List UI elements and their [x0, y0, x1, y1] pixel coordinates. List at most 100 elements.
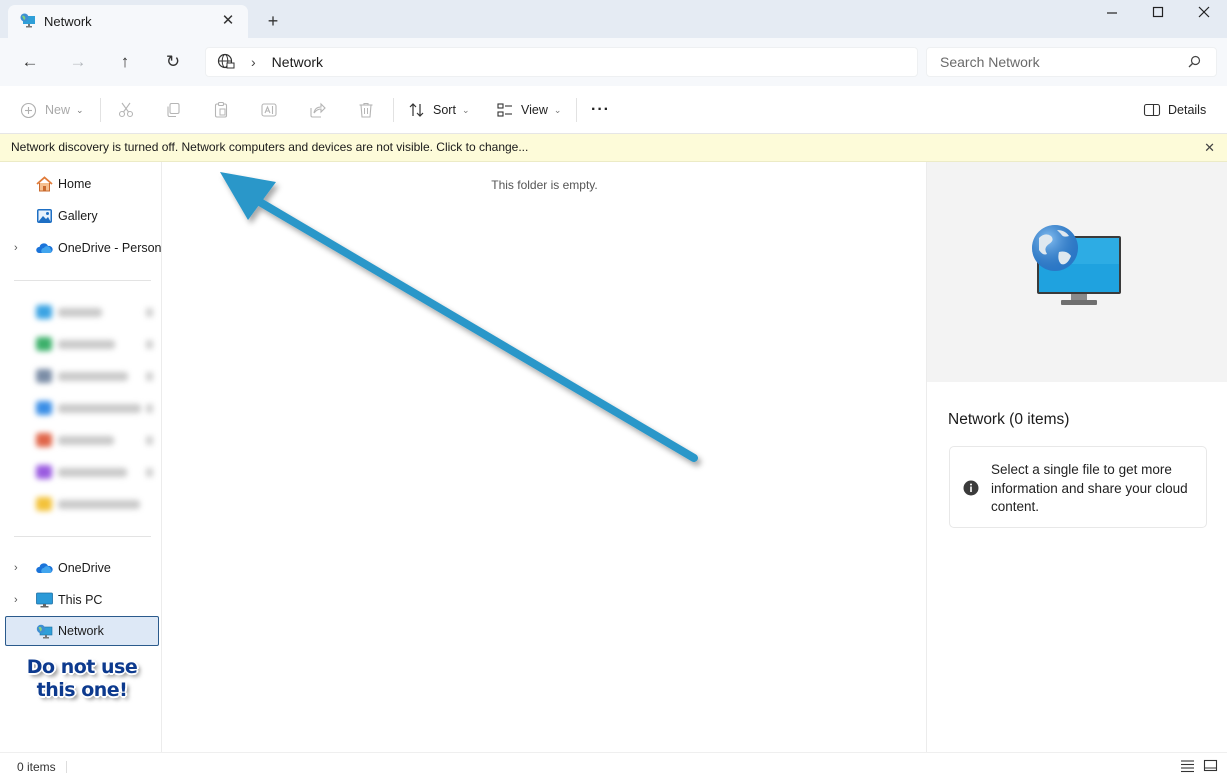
sort-button[interactable]: Sort ⌄ [408, 98, 469, 122]
view-button[interactable]: View ⌄ [496, 98, 561, 122]
sidebar-item-onedrive[interactable]: › OneDrive [0, 553, 161, 583]
sidebar-item-onedrive-personal[interactable]: › OneDrive - Persona [0, 233, 161, 263]
status-divider [66, 761, 67, 773]
new-label: New [45, 103, 71, 117]
refresh-button[interactable]: ↻ [158, 48, 188, 76]
quick-access-item-blurred[interactable] [36, 337, 156, 351]
this-pc-icon [36, 592, 53, 608]
details-pane-icon [1143, 103, 1161, 117]
quick-access-item-blurred[interactable] [36, 369, 156, 383]
search-input[interactable] [940, 48, 1180, 76]
view-icon [497, 103, 512, 117]
minimize-button[interactable] [1089, 0, 1135, 30]
delete-button[interactable] [357, 98, 375, 122]
breadcrumb-network[interactable]: Network [272, 54, 323, 70]
more-options-button[interactable]: ··· [591, 98, 610, 122]
tab-label: Network [44, 14, 92, 29]
share-button[interactable] [308, 98, 326, 122]
network-discovery-infobar[interactable]: Network discovery is turned off. Network… [0, 134, 1227, 162]
blurred-label [58, 340, 115, 349]
details-info-card: Select a single file to get more informa… [949, 446, 1207, 528]
warning-line: Do not use [26, 656, 138, 678]
forward-button[interactable]: → [63, 48, 93, 76]
quick-access-item-blurred[interactable] [36, 465, 156, 479]
close-window-button[interactable] [1181, 0, 1227, 30]
plus-circle-icon [20, 102, 37, 118]
network-icon [36, 624, 53, 640]
quick-access-item-blurred[interactable] [36, 305, 156, 319]
onedrive-cloud-icon [36, 560, 53, 576]
toolbar-divider [393, 98, 394, 122]
tab-network[interactable]: Network ✕ [8, 5, 248, 38]
pin-icon [146, 468, 153, 477]
sort-icon [409, 103, 424, 117]
details-label: Details [1168, 103, 1207, 117]
folder-icon [36, 497, 52, 511]
back-button[interactable]: ← [15, 48, 45, 76]
chevron-right-icon[interactable]: › [14, 594, 18, 606]
tiles-view-icon [1203, 759, 1218, 772]
infobar-message: Network discovery is turned off. Network… [11, 140, 529, 154]
up-button[interactable]: ↑ [110, 48, 140, 76]
blurred-label [58, 404, 141, 413]
home-icon [36, 176, 53, 192]
blurred-label [58, 308, 102, 317]
network-icon [20, 13, 36, 31]
rename-icon [261, 103, 277, 117]
chevron-right-icon[interactable]: › [14, 242, 18, 254]
preview-area [927, 162, 1227, 382]
pin-icon [146, 372, 153, 381]
trash-icon [359, 102, 373, 118]
tab-close-button[interactable]: ✕ [218, 11, 238, 31]
quick-access-item-blurred[interactable] [36, 497, 156, 511]
details-pane-button[interactable]: Details [1143, 98, 1206, 122]
folder-icon [36, 369, 52, 383]
minimize-icon [1107, 12, 1117, 14]
warning-line: this one! [36, 679, 128, 701]
chevron-down-icon: ⌄ [461, 104, 470, 115]
sidebar-divider [14, 280, 151, 281]
pin-icon [146, 340, 153, 349]
maximize-button[interactable] [1135, 0, 1181, 30]
blurred-label [58, 436, 114, 445]
rename-button[interactable] [260, 98, 278, 122]
sidebar-item-label: Network [58, 624, 104, 638]
paste-button[interactable] [212, 98, 230, 122]
list-view-icon [1181, 760, 1194, 773]
address-bar[interactable]: › Network [205, 47, 918, 77]
pin-icon [146, 436, 153, 445]
sidebar-item-gallery[interactable]: Gallery [0, 201, 161, 231]
item-count: 0 items [17, 760, 56, 774]
share-icon [310, 102, 326, 118]
command-bar: New ⌄ Sort ⌄ View ⌄ ··· Details [0, 86, 1227, 134]
new-tab-button[interactable]: + [262, 10, 284, 32]
tiles-view-button[interactable] [1203, 759, 1219, 773]
chevron-down-icon: ⌄ [553, 104, 562, 115]
blurred-label [58, 468, 127, 477]
file-list-area[interactable]: This folder is empty. [163, 162, 926, 752]
quick-access-item-blurred[interactable] [36, 401, 156, 415]
copy-button[interactable] [164, 98, 182, 122]
search-icon [1186, 54, 1202, 73]
folder-icon [36, 465, 52, 479]
navigation-pane: Home Gallery › OneDrive - Persona › OneD… [0, 162, 162, 752]
sidebar-item-label: Gallery [58, 209, 98, 223]
sidebar-item-home[interactable]: Home [0, 169, 161, 199]
toolbar-divider [100, 98, 101, 122]
quick-access-item-blurred[interactable] [36, 433, 156, 447]
details-view-button[interactable] [1180, 759, 1196, 773]
chevron-down-icon: ⌄ [76, 104, 84, 115]
new-button[interactable]: New ⌄ [20, 98, 84, 122]
toolbar-divider [576, 98, 577, 122]
details-title: Network (0 items) [948, 411, 1070, 428]
sidebar-item-label: Home [58, 177, 92, 191]
folder-icon [36, 433, 52, 447]
search-box[interactable] [926, 47, 1217, 77]
cut-button[interactable] [117, 98, 135, 122]
chevron-right-icon[interactable]: › [14, 562, 18, 574]
annotation-arrow [220, 172, 698, 462]
infobar-close-button[interactable]: ✕ [1204, 134, 1215, 161]
sidebar-item-network[interactable]: Network [5, 616, 159, 646]
sidebar-item-this-pc[interactable]: › This PC [0, 585, 161, 615]
info-icon [963, 480, 979, 499]
